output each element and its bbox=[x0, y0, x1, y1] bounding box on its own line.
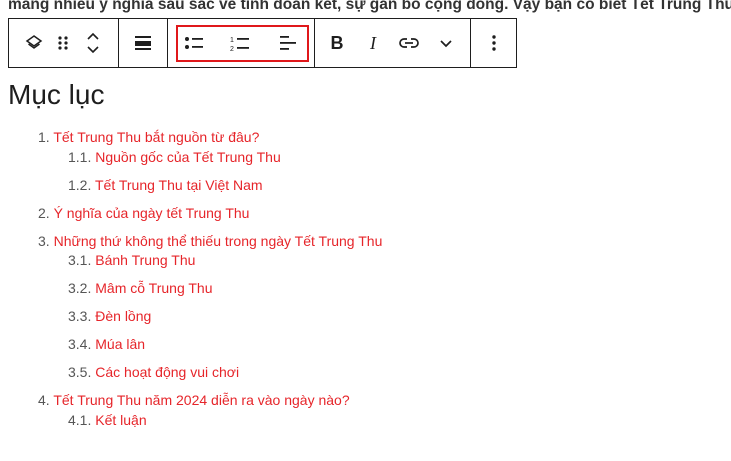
toc-item-link[interactable]: Những thứ không thể thiếu trong ngày Tết… bbox=[54, 233, 383, 249]
toc-item-link[interactable]: Nguồn gốc của Tết Trung Thu bbox=[95, 149, 281, 165]
toc-item[interactable]: 3.4. Múa lân bbox=[68, 334, 145, 354]
toolbar-separator bbox=[118, 19, 119, 67]
toc-item-number: 4. bbox=[38, 392, 50, 408]
toc-item[interactable]: 4. Tết Trung Thu năm 2024 diễn ra vào ng… bbox=[38, 390, 350, 410]
toc-item-number: 3. bbox=[38, 233, 50, 249]
more-options-icon bbox=[492, 35, 496, 51]
unordered-list-button[interactable] bbox=[181, 31, 207, 55]
toc-item-number: 1. bbox=[38, 129, 50, 145]
drag-handle-button[interactable] bbox=[53, 31, 73, 55]
toc-item[interactable]: 3. Những thứ không thể thiếu trong ngày … bbox=[38, 231, 382, 251]
toc-item-link[interactable]: Ý nghĩa của ngày tết Trung Thu bbox=[54, 205, 250, 221]
italic-icon: I bbox=[370, 32, 376, 53]
toc-item-link[interactable]: Đèn lồng bbox=[95, 308, 151, 324]
toc-item-link[interactable]: Tết Trung Thu tại Việt Nam bbox=[95, 177, 263, 193]
move-up-down-icon bbox=[87, 32, 99, 54]
toolbar-separator bbox=[470, 19, 471, 67]
link-icon bbox=[399, 38, 419, 48]
toc-item[interactable]: 3.3. Đèn lồng bbox=[68, 306, 151, 326]
options-button[interactable] bbox=[481, 31, 507, 55]
move-up-down-button[interactable] bbox=[81, 27, 105, 59]
toc-item-number: 3.4. bbox=[68, 336, 92, 352]
toc-item-link[interactable]: Mâm cỗ Trung Thu bbox=[95, 280, 212, 296]
toc-item-link[interactable]: Tết Trung Thu năm 2024 diễn ra vào ngày … bbox=[53, 392, 349, 408]
toc-item[interactable]: 1.2. Tết Trung Thu tại Việt Nam bbox=[68, 175, 263, 195]
more-formats-button[interactable] bbox=[433, 31, 459, 55]
toc-item-link[interactable]: Bánh Trung Thu bbox=[95, 252, 195, 268]
toc-item[interactable]: 3.2. Mâm cỗ Trung Thu bbox=[68, 278, 213, 298]
toc-item[interactable]: 4.1. Kết luận bbox=[68, 410, 147, 430]
toc-item-number: 3.1. bbox=[68, 252, 92, 268]
toolbar-separator bbox=[314, 19, 315, 67]
toc-item-number: 1.1. bbox=[68, 149, 92, 165]
toc-item[interactable]: 1.1. Nguồn gốc của Tết Trung Thu bbox=[68, 147, 281, 167]
toc-item-number: 2. bbox=[38, 205, 50, 221]
toc-item[interactable]: 2. Ý nghĩa của ngày tết Trung Thu bbox=[38, 203, 249, 223]
toc-title: Mục lục bbox=[8, 79, 105, 110]
paragraph-line-1: mang nhiều ý nghĩa sâu sắc về tình đoàn … bbox=[8, 0, 731, 13]
toc-item[interactable]: 3.5. Các hoạt động vui chơi bbox=[68, 362, 239, 382]
ordered-list-icon: 1 2 bbox=[230, 37, 249, 52]
block-toolbar: 1 2 B I bbox=[8, 18, 517, 68]
align-icon bbox=[135, 36, 151, 50]
ordered-list-button[interactable]: 1 2 bbox=[227, 31, 253, 55]
italic-button[interactable]: I bbox=[360, 31, 386, 55]
toc-item-link[interactable]: Các hoạt động vui chơi bbox=[95, 364, 239, 380]
toc-item-number: 3.2. bbox=[68, 280, 92, 296]
svg-text:2: 2 bbox=[230, 46, 234, 52]
drag-handle-icon bbox=[58, 36, 68, 50]
outdent-icon bbox=[280, 36, 296, 50]
bold-icon: B bbox=[330, 32, 344, 53]
toc-item-number: 3.3. bbox=[68, 308, 92, 324]
svg-text:1: 1 bbox=[230, 37, 234, 44]
toc-item-number: 3.5. bbox=[68, 364, 92, 380]
link-button[interactable] bbox=[396, 31, 422, 55]
block-type-button[interactable] bbox=[21, 30, 47, 56]
outdent-button[interactable] bbox=[275, 31, 301, 55]
chevron-down-icon bbox=[440, 40, 452, 48]
unordered-list-icon bbox=[185, 37, 203, 49]
align-button[interactable] bbox=[130, 31, 156, 55]
bold-button[interactable]: B bbox=[324, 31, 350, 55]
toc-item-link[interactable]: Tết Trung Thu bắt nguồn từ đâu? bbox=[53, 129, 259, 145]
toc-item[interactable]: 1. Tết Trung Thu bắt nguồn từ đâu? bbox=[38, 127, 259, 147]
layers-icon bbox=[25, 35, 43, 49]
toolbar-separator bbox=[167, 19, 168, 67]
toc-item-link[interactable]: Múa lân bbox=[95, 336, 145, 352]
toc-item[interactable]: 3.1. Bánh Trung Thu bbox=[68, 250, 195, 270]
toc-item-link[interactable]: Kết luận bbox=[95, 412, 146, 428]
toc-item-number: 1.2. bbox=[68, 177, 92, 193]
toc-item-number: 4.1. bbox=[68, 412, 92, 428]
